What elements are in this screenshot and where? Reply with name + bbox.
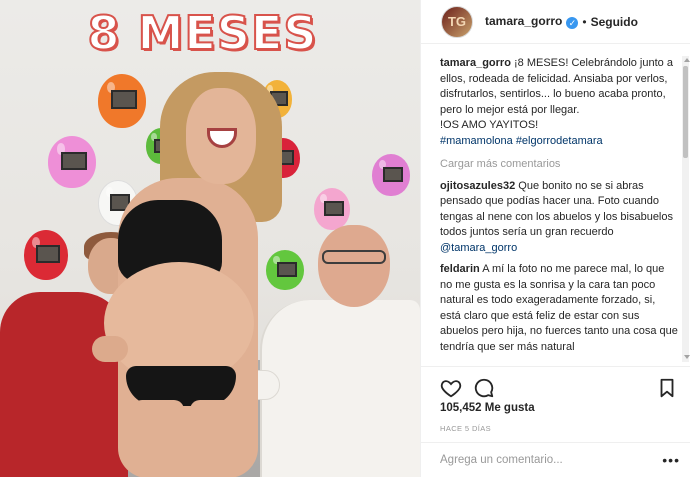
caption-username[interactable]: tamara_gorro <box>440 57 511 69</box>
scroll-up-arrow-icon[interactable] <box>684 58 690 62</box>
caption-hashtags[interactable]: #mamamolona #elgorrodetamara <box>440 135 603 147</box>
grandfather-white-sweater <box>260 300 420 477</box>
balloon-green-2 <box>266 250 304 290</box>
comment-text: A mí la foto no me parece mal, lo que no… <box>440 263 678 353</box>
post-photo[interactable]: 8 MESES <box>0 0 420 477</box>
header-separator: • <box>582 14 587 29</box>
header-username-text[interactable]: tamara_gorro <box>485 14 562 28</box>
comment-username[interactable]: feldarin <box>440 263 480 275</box>
comments-list[interactable]: tamara_gorro ¡8 MESES! Celebrándolo junt… <box>440 56 678 362</box>
post-header: TG tamara_gorro ✓ • Seguido <box>421 0 690 44</box>
post-timestamp[interactable]: HACE 5 DÍAS <box>440 424 491 433</box>
woman-leg-right <box>190 400 242 477</box>
avatar[interactable]: TG <box>441 5 473 38</box>
woman-leg-left <box>132 400 184 477</box>
add-comment-bar: ••• <box>420 442 690 477</box>
grandfather-face <box>318 225 390 307</box>
action-bar <box>420 366 690 398</box>
comment-bubble-icon[interactable] <box>473 377 495 399</box>
load-more-comments-button[interactable]: Cargar más comentarios <box>440 157 678 173</box>
bookmark-icon[interactable] <box>656 377 678 399</box>
comment-item: feldarin A mí la foto no me parece mal, … <box>440 262 678 355</box>
grandfather-glasses <box>322 250 386 264</box>
caption-text-2: !OS AMO YAYITOS! <box>440 119 539 131</box>
heart-icon[interactable] <box>440 377 462 399</box>
comment-username[interactable]: ojitosazules32 <box>440 180 515 192</box>
comment-item: ojitosazules32 Que bonito no se si abras… <box>440 179 678 257</box>
balloon-magenta <box>372 154 410 196</box>
header-username[interactable]: tamara_gorro ✓ <box>485 14 579 29</box>
comment-input[interactable] <box>440 454 640 466</box>
balloon-pink-2 <box>314 188 350 230</box>
more-options-icon[interactable]: ••• <box>662 452 680 468</box>
scrollbar-thumb[interactable] <box>683 66 688 158</box>
balloon-orange <box>98 74 146 128</box>
comment-mention[interactable]: @tamara_gorro <box>440 242 517 254</box>
verified-badge-icon: ✓ <box>566 17 579 29</box>
caption: tamara_gorro ¡8 MESES! Celebrándolo junt… <box>440 56 678 149</box>
photo-title-text: 8 MESES <box>87 5 318 61</box>
balloon-red-2 <box>24 230 68 280</box>
balloon-pink <box>48 136 96 188</box>
likes-count[interactable]: 105,452 Me gusta <box>440 402 535 414</box>
following-button[interactable]: Seguido <box>591 15 638 29</box>
grandmother-hand <box>92 336 128 362</box>
scroll-down-arrow-icon[interactable] <box>684 355 690 359</box>
